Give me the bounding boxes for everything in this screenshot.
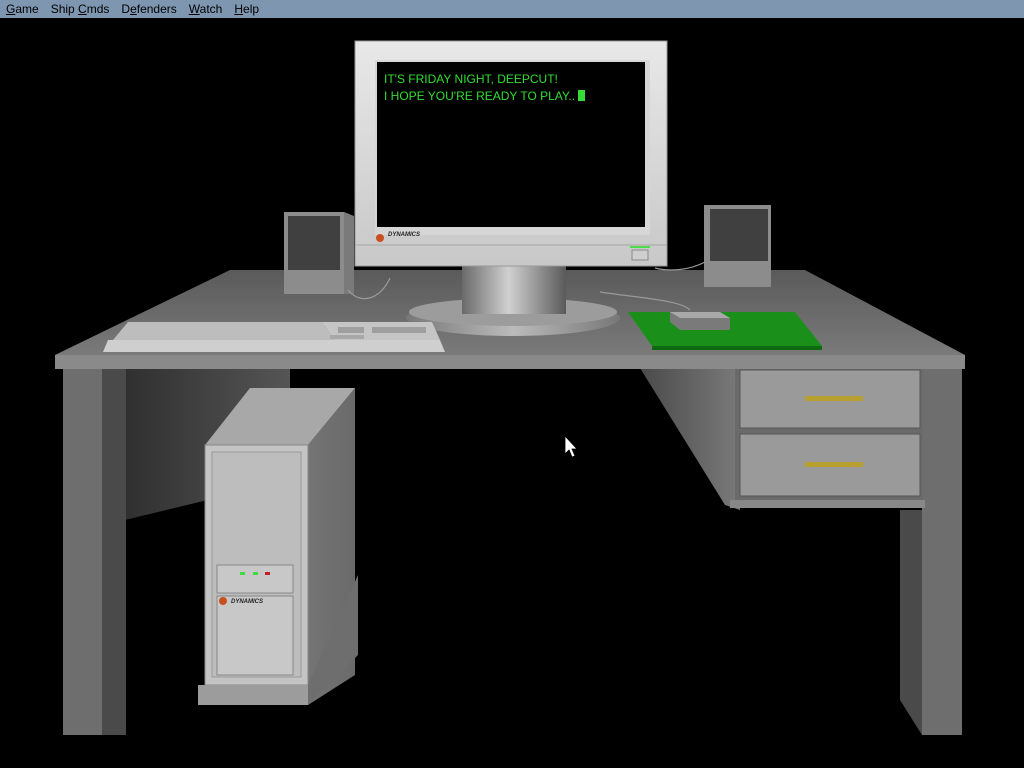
monitor-neck — [462, 262, 566, 314]
game-scene[interactable]: DYNAMICS DYNAMICS IT'S FRIDAY NIGHT, DEE… — [0, 18, 1024, 768]
desk-leg-front-right-side — [900, 510, 922, 735]
menu-defenders[interactable]: Defenders — [115, 0, 182, 18]
mouse-pad-edge — [652, 346, 822, 350]
menu-ship-cmds-pre: Ship — [50, 2, 79, 16]
desk-scene-svg — [55, 40, 965, 735]
tower-brand-name: DYNAMICS — [231, 599, 264, 605]
tower-logo-icon — [219, 597, 227, 605]
menu-help-mnemonic: H — [234, 2, 244, 16]
desk-leg-front-left-side — [102, 368, 126, 735]
text-cursor — [578, 90, 586, 101]
menu-ship-cmds-rest: mds — [86, 2, 110, 16]
speaker-left[interactable] — [284, 212, 354, 294]
pc-tower[interactable] — [198, 388, 358, 705]
tower-brand-label: DYNAMICS — [231, 599, 263, 605]
monitor-brand-name: DYNAMICS — [388, 232, 421, 238]
monitor-power-button[interactable] — [631, 249, 649, 261]
speaker-right[interactable] — [704, 205, 771, 287]
desk-right-panel — [640, 368, 740, 510]
menu-ship-cmds[interactable]: Ship Cmds — [45, 0, 116, 18]
drawer-base — [730, 500, 925, 508]
keyboard[interactable] — [103, 322, 445, 352]
menu-help[interactable]: Help — [228, 0, 265, 18]
tower-drive-bay[interactable] — [216, 564, 294, 594]
menu-help-rest: elp — [243, 2, 260, 16]
menu-watch-mnemonic: W — [188, 2, 200, 16]
desk-leg-front-left — [63, 368, 102, 735]
mouse[interactable] — [670, 312, 730, 330]
monitor-screen-text: IT'S FRIDAY NIGHT, DEEPCUT! I HOPE YOU'R… — [384, 71, 638, 105]
menu-game[interactable]: Game — [0, 0, 45, 18]
menu-defenders-rest: fenders — [136, 2, 177, 16]
menu-defenders-label: Defenders — [121, 2, 176, 16]
menu-watch[interactable]: Watch — [183, 0, 229, 18]
mouse-pointer-icon — [564, 434, 578, 458]
menu-bar: Game Ship Cmds Defenders Watch Help — [0, 0, 1024, 18]
menu-watch-rest: atch — [199, 2, 223, 16]
monitor-brand-label: DYNAMICS — [388, 232, 420, 238]
desk-front-edge — [55, 355, 965, 369]
monitor-logo-icon — [376, 234, 384, 242]
desk-leg-front-right — [922, 368, 962, 735]
menu-ship-cmds-mnemonic: C — [78, 2, 87, 16]
menu-game-rest: ame — [15, 2, 39, 16]
drawer-top-handle[interactable] — [805, 396, 863, 401]
drawer-bottom-handle[interactable] — [805, 462, 863, 467]
menu-defenders-first: D — [121, 2, 131, 16]
tower-led-green-1 — [240, 572, 245, 575]
screen-line-2: I HOPE YOU'RE READY TO PLAY.. — [384, 88, 638, 105]
tower-led-red — [265, 572, 270, 575]
screen-line-2-text: I HOPE YOU'RE READY TO PLAY.. — [384, 89, 576, 103]
menu-defenders-mnemonic: e — [130, 2, 137, 16]
tower-led-green-2 — [253, 572, 258, 575]
screen-line-1: IT'S FRIDAY NIGHT, DEEPCUT! — [384, 72, 558, 86]
monitor-power-led — [630, 246, 650, 248]
menu-game-mnemonic: G — [6, 2, 16, 16]
